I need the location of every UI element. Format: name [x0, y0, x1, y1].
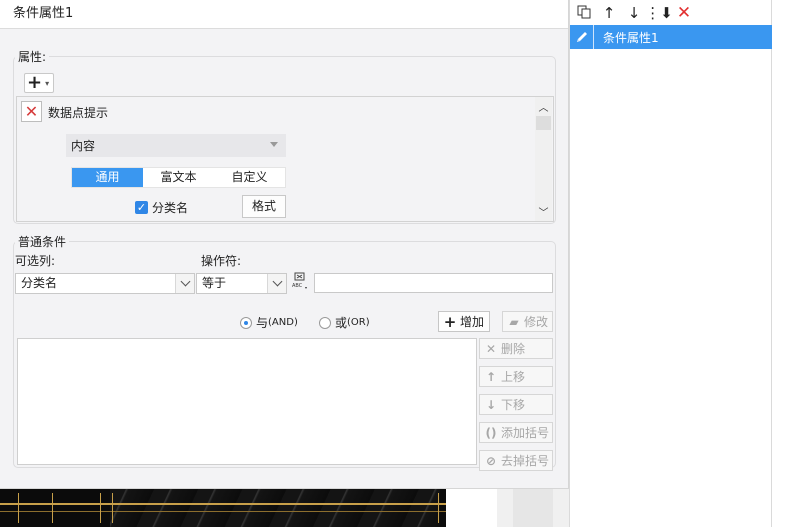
move-to-bottom-icon[interactable]: ⋮⬇: [645, 3, 673, 22]
move-up-label: 上移: [501, 370, 526, 384]
remove-attribute-button[interactable]: ✕: [21, 101, 42, 122]
tip-type-tabs: 通用 富文本 自定义: [71, 167, 286, 188]
and-radio-label: 与: [256, 316, 269, 330]
chevron-down-icon: [180, 276, 190, 287]
dialog-title: 条件属性1: [0, 0, 568, 29]
attribute-item-name: 数据点提示: [48, 106, 109, 120]
edit-pencil-icon: [570, 25, 594, 49]
chevron-down-icon: [272, 276, 282, 287]
delete-icon[interactable]: ✕: [674, 3, 694, 23]
condition-list[interactable]: [17, 338, 477, 465]
radio-unselected-icon[interactable]: [319, 316, 331, 329]
modify-condition-label: 修改: [524, 315, 549, 329]
content-select[interactable]: 内容: [66, 134, 286, 157]
tab-custom[interactable]: 自定义: [214, 168, 285, 187]
or-radio[interactable]: 或 (OR): [319, 314, 370, 331]
condition-list-item[interactable]: 条件属性1: [570, 25, 772, 49]
column-label: 可选列:: [15, 254, 56, 268]
condition-toolbar: ↑ ↓ ⋮⬇ ✕: [574, 3, 694, 23]
column-select-value: 分类名: [21, 276, 58, 290]
arrow-down-icon[interactable]: ↓: [624, 3, 644, 22]
and-radio-code: (AND): [268, 317, 298, 328]
scroll-down-icon[interactable]: ﹀: [535, 204, 552, 219]
or-radio-label: 或: [335, 316, 348, 330]
copy-icon[interactable]: [574, 3, 594, 22]
formula-abc-icon[interactable]: ABC: [290, 272, 310, 292]
and-radio[interactable]: 与 (AND): [240, 314, 298, 331]
close-icon: ✕: [24, 102, 39, 121]
radio-selected-icon[interactable]: [240, 316, 252, 329]
close-icon: ✕: [485, 341, 497, 356]
remove-bracket-label: 去掉括号: [501, 454, 550, 468]
remove-brackets-icon: ⊘: [485, 453, 497, 468]
operator-label: 操作符:: [201, 254, 242, 268]
right-margin: [773, 0, 792, 527]
chevron-down-icon: [270, 142, 278, 147]
column-select[interactable]: 分类名: [15, 273, 195, 294]
add-bracket-button[interactable]: () 添加括号: [479, 422, 553, 443]
operator-select-value: 等于: [202, 276, 227, 290]
condition-list-panel: [569, 0, 772, 527]
tab-general[interactable]: 通用: [72, 168, 143, 187]
conditions-group-label: 普通条件: [15, 233, 70, 250]
scroll-thumb[interactable]: [536, 116, 551, 130]
remove-bracket-button[interactable]: ⊘ 去掉括号: [479, 450, 553, 471]
format-button[interactable]: 格式: [242, 195, 286, 218]
arrow-down-icon: ↓: [485, 397, 497, 412]
plus-icon: +: [443, 312, 457, 331]
add-bracket-label: 添加括号: [501, 426, 550, 440]
arrow-up-icon[interactable]: ↑: [599, 3, 619, 22]
add-condition-button[interactable]: + 增加: [438, 311, 490, 332]
edit-icon: ▰: [509, 314, 519, 329]
checkbox-checked-icon[interactable]: ✓: [135, 201, 148, 214]
condition-list-item-label: 条件属性1: [603, 30, 659, 45]
tab-rich-text[interactable]: 富文本: [143, 168, 214, 187]
modify-condition-button[interactable]: ▰ 修改: [502, 311, 553, 332]
svg-text:ABC: ABC: [292, 283, 303, 289]
attribute-scrollbar[interactable]: ︿ ﹀: [535, 97, 552, 221]
brackets-icon: (): [485, 425, 497, 440]
move-up-button[interactable]: ↑ 上移: [479, 366, 553, 387]
arrow-up-icon: ↑: [485, 369, 497, 384]
add-condition-label: 增加: [460, 315, 485, 329]
add-attribute-button[interactable]: + ▾: [24, 73, 54, 93]
operator-select[interactable]: 等于: [196, 273, 287, 294]
dropdown-caret-icon: ▾: [45, 78, 50, 88]
move-down-label: 下移: [501, 398, 526, 412]
or-radio-code: (OR): [347, 317, 370, 328]
content-select-value: 内容: [71, 139, 96, 153]
scroll-up-icon[interactable]: ︿: [535, 99, 552, 114]
move-down-button[interactable]: ↓ 下移: [479, 394, 553, 415]
delete-condition-button[interactable]: ✕ 删除: [479, 338, 553, 359]
plus-icon: +: [27, 72, 43, 93]
condition-value-input[interactable]: [314, 273, 553, 293]
category-name-checkbox-label: 分类名: [152, 201, 189, 215]
report-preview-strip: [0, 489, 446, 527]
delete-condition-label: 删除: [501, 342, 526, 356]
category-name-checkbox-row[interactable]: ✓ 分类名: [135, 199, 188, 216]
attributes-group-label: 属性:: [15, 48, 50, 65]
